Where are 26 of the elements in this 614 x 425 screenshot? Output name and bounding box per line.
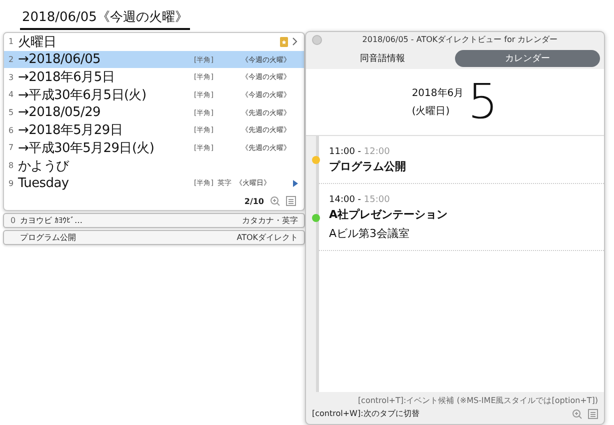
event-time: 14:00 - 15:00 [329,195,391,205]
candidate-bar[interactable]: プログラム公開 ATOKダイレクト [3,230,305,246]
chevron-right-icon[interactable] [292,37,298,46]
event-title[interactable]: プログラム公開 [329,159,596,174]
window-close-button[interactable] [312,34,322,44]
shortcut-text: [control+W]:次のタブに切替 [312,408,420,419]
candidate-item[interactable]: 1 火曜日 [4,33,304,51]
tab[interactable]: カレンダー [455,50,600,66]
candidate-item[interactable]: 8 かようび [4,156,304,174]
weekday-text: (火曜日) [412,104,451,118]
year-month-text: 2018年6月 [412,87,464,100]
day-number: 5 [468,78,498,126]
list-icon[interactable] [286,196,296,206]
hint-text: [control+T]:イベント候補 (※MS-IME風スタイルでは[option+T]) [356,395,599,407]
list-icon[interactable] [588,408,598,418]
tab[interactable]: 同音語情報 [310,50,455,66]
event-location: Aビル第3会議室 [329,226,411,241]
zoom-icon[interactable] [572,408,582,418]
zoom-icon[interactable] [270,196,280,206]
event-time: 11:00 - 12:00 [329,147,391,157]
triangle-right-icon[interactable] [293,180,298,187]
candidate-bar[interactable]: 0 カヨウビ ｶﾖｳﾋﾞ… カタカナ・英字 [3,213,305,228]
composition-text: 2018/06/05《今週の火曜》 [20,8,190,30]
event-title[interactable]: A社プレゼンテーション [329,207,596,222]
page-counter: 2/10 [244,196,264,206]
window-title: 2018/06/05 - ATOKダイレクトビュー for カレンダー [361,34,559,45]
